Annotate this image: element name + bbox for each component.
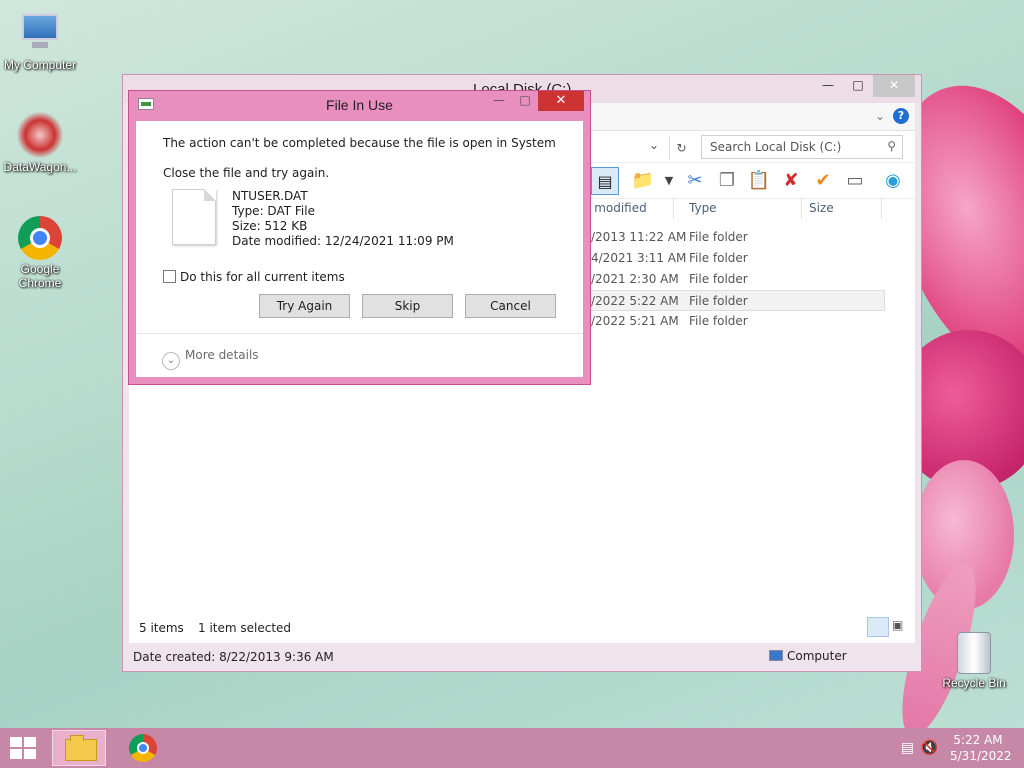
minimize-button[interactable]: —: [813, 75, 843, 97]
file-in-use-dialog: File In Use — □ ✕ The action can't be co…: [128, 90, 591, 385]
column-headers: e modified Type Size: [583, 197, 921, 221]
paste-icon[interactable]: 📋: [745, 167, 773, 195]
taskbar: ▤ 🔇 5:22 AM 5/31/2022: [0, 728, 1024, 768]
desktop-icon-recycle-bin[interactable]: Recycle Bin: [934, 632, 1014, 690]
table-row[interactable]: /2022 5:21 AM File folder: [583, 311, 885, 332]
taskbar-file-explorer[interactable]: [52, 730, 106, 766]
file-list: /2013 11:22 AM File folder 4/2021 3:11 A…: [583, 227, 885, 332]
row-date: 4/2021 3:11 AM: [591, 251, 687, 265]
row-type: File folder: [689, 251, 748, 265]
selected-count: 1 item selected: [198, 621, 292, 635]
file-name: NTUSER.DAT: [232, 189, 308, 203]
refresh-icon[interactable]: ↻: [669, 136, 693, 160]
dialog-close-button[interactable]: ✕: [538, 91, 584, 111]
datawagon-icon: [16, 112, 64, 158]
cancel-button[interactable]: Cancel: [465, 294, 556, 318]
search-icon: ⚲: [887, 139, 896, 153]
file-modified: Date modified: 12/24/2021 11:09 PM: [232, 234, 454, 248]
chevron-down-icon: ⌄: [162, 352, 180, 370]
row-date: /2022 5:21 AM: [591, 314, 679, 328]
more-details-label: More details: [185, 348, 259, 362]
apply-all-checkbox[interactable]: Do this for all current items: [163, 270, 345, 284]
maximize-button[interactable]: □: [843, 75, 873, 97]
rename-icon[interactable]: ▭: [841, 167, 869, 195]
desktop-icon-datawagon[interactable]: DataWagon...: [0, 112, 80, 174]
column-size[interactable]: Size: [809, 201, 834, 215]
location-label: Computer: [769, 649, 847, 663]
table-row-selected[interactable]: /2022 5:22 AM File folder: [583, 290, 885, 311]
details-view-icon[interactable]: [867, 617, 889, 637]
skip-button[interactable]: Skip: [362, 294, 453, 318]
table-row[interactable]: 4/2021 3:11 AM File folder: [583, 248, 885, 269]
file-size: Size: 512 KB: [232, 219, 308, 233]
item-count: 5 items: [139, 621, 184, 635]
row-date: /2021 2:30 AM: [591, 272, 679, 286]
network-tray-icon[interactable]: ▤: [901, 740, 914, 756]
copy-icon[interactable]: ❐: [713, 167, 741, 195]
status-bar: 5 items 1 item selected ▣: [123, 613, 921, 643]
large-icons-view-icon[interactable]: ▣: [891, 617, 913, 637]
dialog-message: The action can't be completed because th…: [163, 136, 556, 150]
row-type: File folder: [689, 230, 748, 244]
table-row[interactable]: /2021 2:30 AM File folder: [583, 269, 885, 290]
network-icon[interactable]: ◉: [879, 167, 907, 195]
start-button[interactable]: [10, 737, 38, 759]
clock-date: 5/31/2022: [950, 749, 1012, 763]
computer-icon: [769, 650, 783, 661]
desktop-icon-label: Google Chrome: [18, 262, 62, 290]
dialog-title-bar[interactable]: File In Use — □ ✕: [129, 91, 590, 119]
row-date: /2022 5:22 AM: [591, 294, 679, 308]
dialog-maximize-button[interactable]: □: [514, 93, 536, 107]
location-text: Computer: [787, 649, 847, 663]
search-input[interactable]: Search Local Disk (C:) ⚲: [701, 135, 903, 159]
options-dropdown-icon[interactable]: ▼: [655, 167, 683, 195]
ribbon-expand-icon[interactable]: ⌄: [875, 109, 885, 123]
file-type: Type: DAT File: [232, 204, 315, 218]
desktop-icon-my-computer[interactable]: My Computer: [0, 10, 80, 72]
dialog-minimize-button[interactable]: —: [488, 93, 510, 107]
file-icon: [172, 189, 216, 245]
checkbox-label: Do this for all current items: [180, 270, 345, 284]
column-date-modified[interactable]: e modified: [583, 201, 647, 215]
row-type: File folder: [689, 314, 748, 328]
folder-icon: [65, 735, 97, 761]
delete-icon[interactable]: ✘: [777, 167, 805, 195]
try-again-button[interactable]: Try Again: [259, 294, 350, 318]
dialog-divider: [136, 333, 583, 334]
table-row[interactable]: /2013 11:22 AM File folder: [583, 227, 885, 248]
file-info: NTUSER.DAT Type: DAT File Size: 512 KB D…: [232, 189, 454, 249]
more-details-toggle[interactable]: ⌄ More details: [162, 348, 259, 370]
cut-icon[interactable]: ✂: [681, 167, 709, 195]
column-type[interactable]: Type: [689, 201, 717, 215]
close-button[interactable]: ✕: [873, 75, 915, 97]
checkbox-box[interactable]: [163, 270, 176, 283]
clock-time: 5:22 AM: [953, 733, 1003, 747]
recycle-bin-icon: [957, 632, 991, 674]
folder-options-icon[interactable]: 📁: [629, 167, 657, 195]
desktop-icon-label: Recycle Bin: [942, 676, 1006, 690]
computer-icon: [16, 10, 64, 56]
taskbar-chrome[interactable]: [116, 730, 170, 766]
desktop-icon-label: My Computer: [3, 58, 77, 72]
date-created: Date created: 8/22/2013 9:36 AM: [133, 650, 334, 664]
desktop-icon-google-chrome[interactable]: Google Chrome: [0, 216, 80, 290]
search-placeholder: Search Local Disk (C:): [710, 140, 842, 154]
wallpaper-petal: [914, 460, 1014, 610]
details-bar: Date created: 8/22/2013 9:36 AM Computer: [129, 645, 915, 669]
row-type: File folder: [689, 294, 748, 308]
properties-check-icon[interactable]: ✔: [809, 167, 837, 195]
dialog-body: The action can't be completed because th…: [136, 121, 583, 377]
address-dropdown-icon[interactable]: ⌄: [649, 138, 669, 160]
dialog-instruction: Close the file and try again.: [163, 166, 330, 180]
preview-pane-icon[interactable]: ▤: [591, 167, 619, 195]
row-type: File folder: [689, 272, 748, 286]
chrome-icon: [129, 734, 157, 762]
chrome-icon: [18, 216, 62, 260]
help-icon[interactable]: ?: [893, 108, 909, 124]
clock[interactable]: 5:22 AM 5/31/2022: [950, 732, 1012, 764]
row-date: /2013 11:22 AM: [591, 230, 687, 244]
volume-muted-icon[interactable]: 🔇: [921, 740, 938, 756]
desktop-icon-label: DataWagon...: [3, 160, 77, 174]
